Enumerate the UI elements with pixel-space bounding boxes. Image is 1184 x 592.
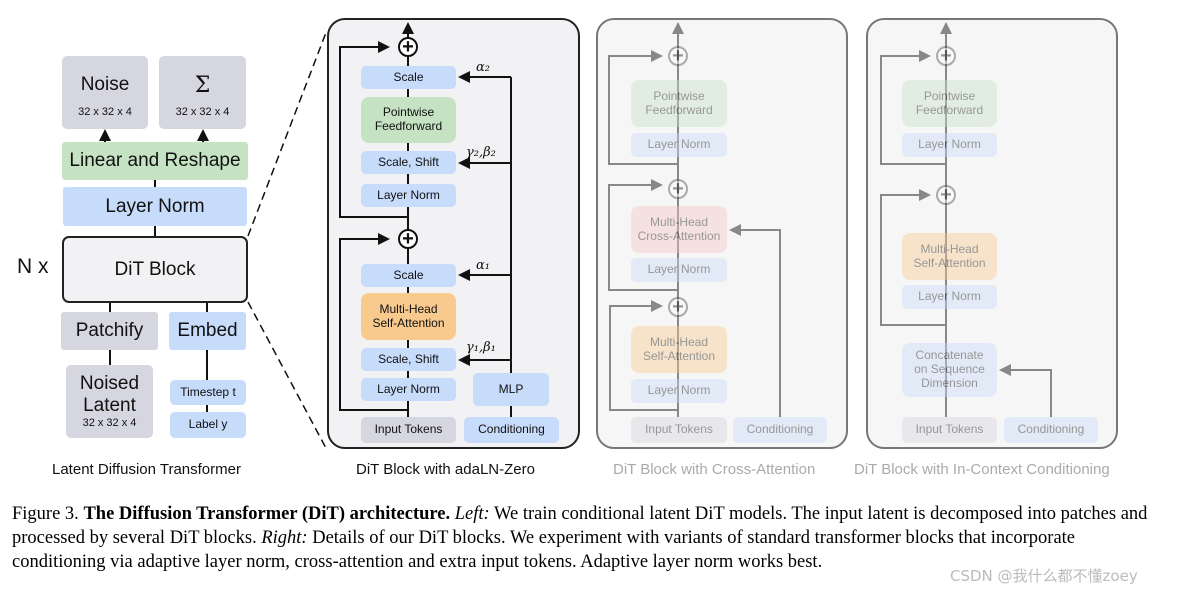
label: Multi-Head <box>649 334 709 349</box>
noised-latent-box: Noised Latent 32 x 32 x 4 <box>66 365 153 438</box>
conditioning-box: Conditioning <box>1004 417 1098 443</box>
label: Dimension <box>921 375 978 390</box>
residual-add-icon: + <box>398 229 418 249</box>
alpha2-label: α₂ <box>476 60 490 75</box>
left-panel-title: Latent Diffusion Transformer <box>52 461 241 478</box>
label: Pointwise <box>653 88 705 103</box>
caption-right-label: Right: <box>261 528 308 548</box>
sigma-output-box: Σ 32 x 32 x 4 <box>159 56 246 129</box>
label: Self-Attention <box>372 315 445 330</box>
layer-norm-box: Layer Norm <box>902 285 997 309</box>
label: on Sequence <box>914 362 985 377</box>
gamma2-beta2-label: γ₂,β₂ <box>466 145 496 160</box>
label: Multi-Head <box>920 241 979 256</box>
adaln-panel-title: DiT Block with adaLN-Zero <box>356 461 535 478</box>
alpha1-label: α₁ <box>476 258 490 273</box>
cross-attention-box: Multi-Head Cross-Attention <box>631 206 727 253</box>
scale-box: Scale <box>361 264 456 287</box>
figure-caption: Figure 3. The Diffusion Transformer (DiT… <box>12 502 1162 574</box>
figure: Noise 32 x 32 x 4 Σ 32 x 32 x 4 Linear a… <box>0 0 1184 592</box>
layer-norm-box: Layer Norm <box>631 133 727 157</box>
layer-norm-box: Layer Norm <box>902 133 997 157</box>
layer-norm-box: Layer Norm <box>631 258 727 282</box>
noised-latent-dim: 32 x 32 x 4 <box>82 417 137 430</box>
residual-add-icon: + <box>936 46 956 66</box>
input-tokens-box: Input Tokens <box>361 417 456 443</box>
label: Pointwise <box>382 105 435 120</box>
mlp-box: MLP <box>473 373 549 406</box>
pointwise-feedforward-box: Pointwise Feedforward <box>631 80 727 127</box>
label: Feedforward <box>915 102 984 117</box>
label: Self-Attention <box>642 348 716 363</box>
layer-norm-box: Layer Norm <box>631 379 727 403</box>
timestep-box: Timestep t <box>170 380 246 405</box>
concatenate-box: Concatenate on Sequence Dimension <box>902 343 997 397</box>
residual-add-icon: + <box>398 37 418 57</box>
linear-reshape-box: Linear and Reshape <box>62 142 248 180</box>
residual-add-icon: + <box>668 179 688 199</box>
in-context-panel-title: DiT Block with In-Context Conditioning <box>854 461 1110 478</box>
scale-shift-box: Scale, Shift <box>361 348 456 371</box>
label: Concatenate <box>915 348 984 363</box>
final-layer-norm-box: Layer Norm <box>63 187 247 226</box>
conditioning-box: Conditioning <box>733 417 827 443</box>
residual-add-icon: + <box>936 185 956 205</box>
label: Multi-Head <box>649 214 709 229</box>
n-times-label: N x <box>17 255 49 278</box>
noise-label: Noise <box>80 74 130 96</box>
label: Feedforward <box>645 102 713 117</box>
sigma-label: Σ <box>194 72 211 98</box>
patchify-box: Patchify <box>61 312 158 350</box>
input-tokens-box: Input Tokens <box>631 417 727 443</box>
label-box: Label y <box>170 412 246 438</box>
gamma1-beta1-label: γ₁,β₁ <box>466 340 496 355</box>
dit-block-box: DiT Block <box>62 236 248 303</box>
residual-add-icon: + <box>668 46 688 66</box>
figure-number: Figure 3. <box>12 504 79 524</box>
caption-title: The Diffusion Transformer (DiT) architec… <box>83 504 451 524</box>
layer-norm-box: Layer Norm <box>361 184 456 207</box>
label: Pointwise <box>923 88 976 103</box>
self-attention-box: Multi-Head Self-Attention <box>902 233 997 280</box>
noise-dim: 32 x 32 x 4 <box>78 106 132 119</box>
input-tokens-box: Input Tokens <box>902 417 997 443</box>
conditioning-box: Conditioning <box>464 417 559 443</box>
self-attention-box: Multi-Head Self-Attention <box>631 326 727 373</box>
embed-box: Embed <box>169 312 246 350</box>
sigma-dim: 32 x 32 x 4 <box>175 105 230 118</box>
scale-box: Scale <box>361 66 456 89</box>
noised-latent-line2: Latent <box>83 395 136 417</box>
scale-shift-box: Scale, Shift <box>361 151 456 174</box>
caption-left-label: Left: <box>454 504 490 524</box>
label: Self-Attention <box>913 255 986 270</box>
layer-norm-box: Layer Norm <box>361 378 456 401</box>
residual-add-icon: + <box>668 297 688 317</box>
label: Multi-Head <box>379 301 438 316</box>
label: Feedforward <box>374 119 443 133</box>
watermark: CSDN @我什么都不懂zoey <box>950 567 1138 585</box>
noise-output-box: Noise 32 x 32 x 4 <box>62 56 148 129</box>
noised-latent-line1: Noised <box>79 373 140 395</box>
pointwise-feedforward-box: Pointwise Feedforward <box>361 97 456 143</box>
cross-attention-panel-title: DiT Block with Cross-Attention <box>613 461 816 478</box>
self-attention-box: Multi-Head Self-Attention <box>361 293 456 340</box>
pointwise-feedforward-box: Pointwise Feedforward <box>902 80 997 127</box>
label: Cross-Attention <box>637 228 721 243</box>
